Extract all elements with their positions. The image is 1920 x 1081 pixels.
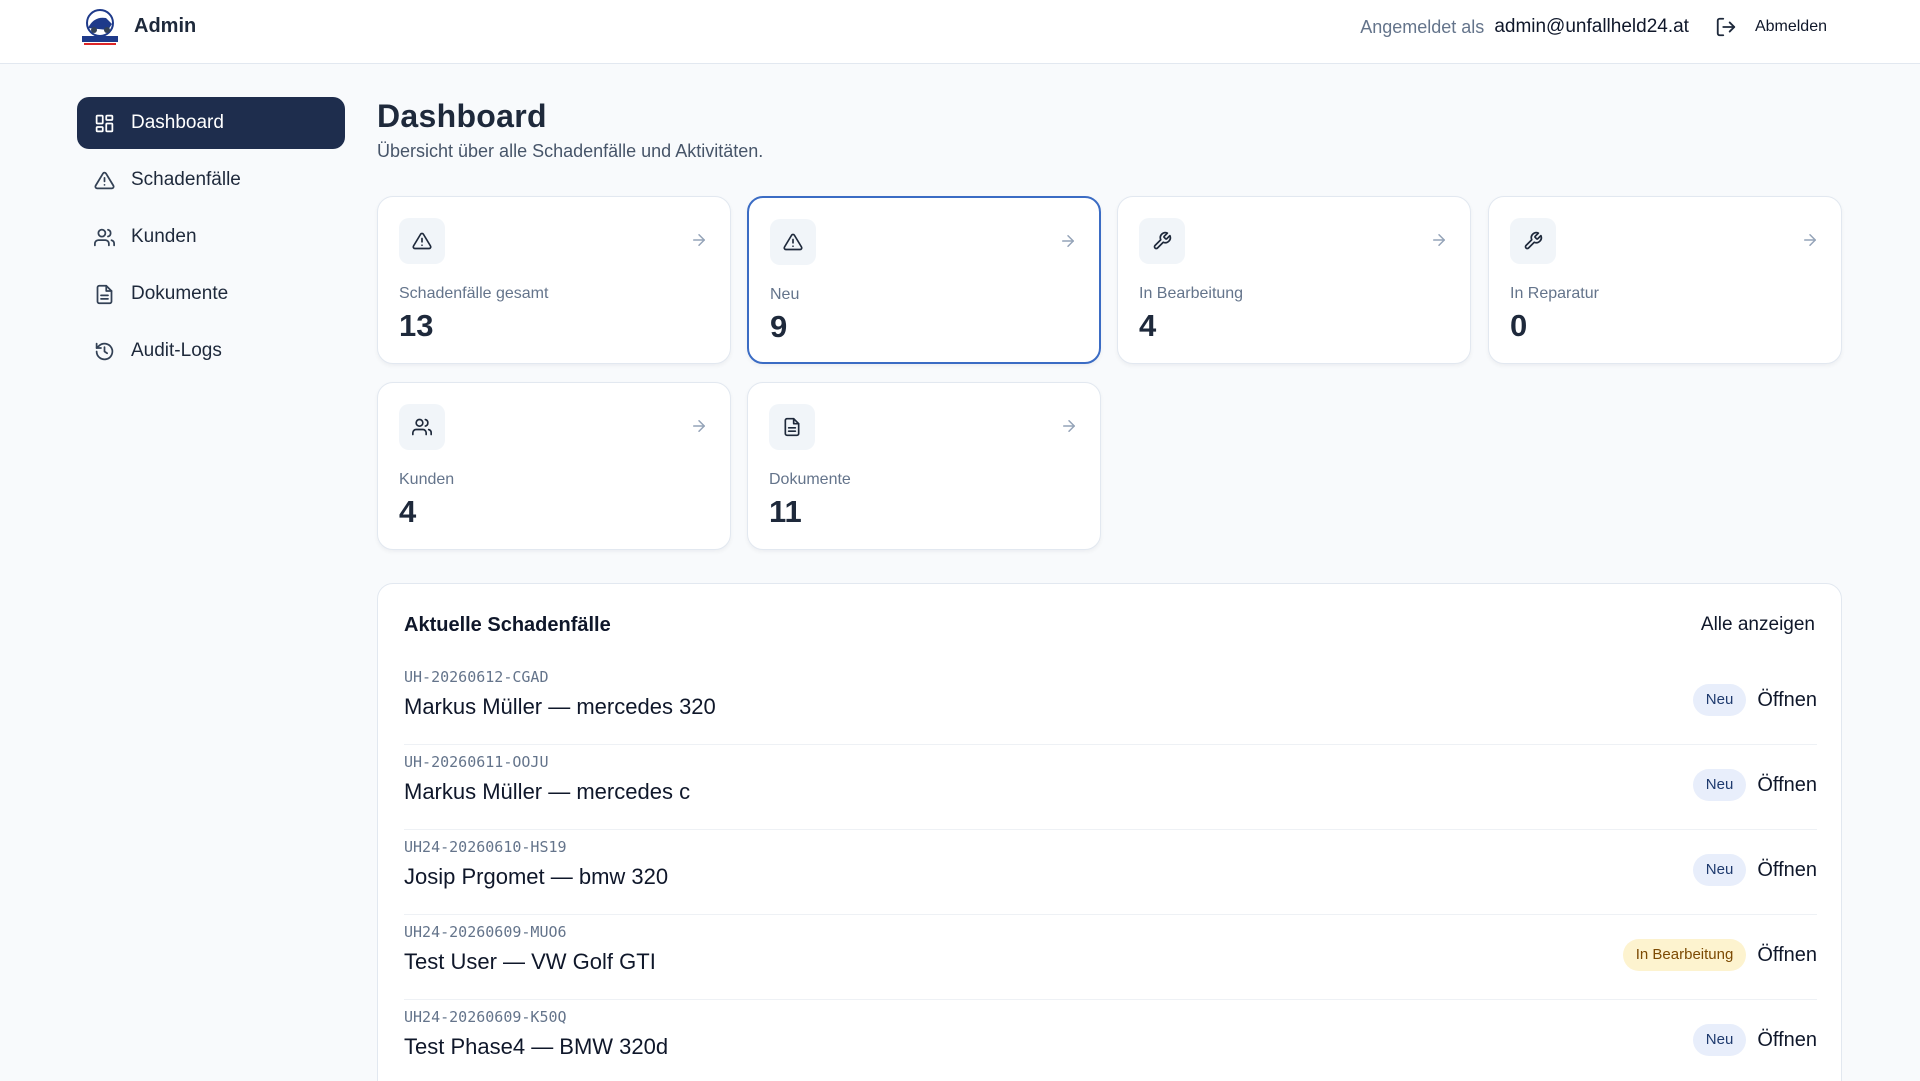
wrench-icon [1153, 231, 1172, 250]
case-actions: Neu Öffnen [1692, 769, 1817, 801]
case-actions: Neu Öffnen [1692, 684, 1817, 716]
arrow-right-icon [693, 234, 705, 246]
open-case-link[interactable]: Öffnen [1757, 774, 1817, 797]
sidebar-item-label: Dokumente [131, 283, 229, 304]
stat-icon-box [399, 218, 445, 264]
stat-label: Neu [770, 286, 800, 303]
open-case-link[interactable]: Öffnen [1757, 689, 1817, 712]
case-row[interactable]: UH24-20260609-MUO6 Test User — VW Golf G… [404, 915, 1817, 1000]
dashboard-icon [95, 114, 114, 132]
stat-value: 11 [769, 494, 802, 529]
sidebar: Dashboard Schadenfälle Kunden Dokumente … [77, 97, 345, 382]
case-id: UH-20260611-OOJU [404, 753, 549, 771]
case-name: Test Phase4 — BMW 320d [404, 1034, 669, 1059]
stat-value: 4 [1139, 308, 1157, 343]
case-id: UH-20260612-CGAD [404, 668, 549, 686]
case-row[interactable]: UH-20260612-CGAD Markus Müller — mercede… [404, 660, 1817, 745]
case-row[interactable]: UH24-20260609-K50Q Test Phase4 — BMW 320… [404, 1000, 1817, 1081]
stat-card-in-bearbeitung[interactable]: In Bearbeitung 4 [1117, 196, 1471, 364]
logout-icon [1716, 17, 1736, 37]
status-badge: Neu [1692, 854, 1747, 886]
stat-label: Kunden [399, 471, 455, 488]
warning-icon [412, 232, 432, 250]
case-id: UH24-20260609-MUO6 [404, 923, 567, 941]
logout-label: Abmelden [1754, 18, 1827, 35]
case-name: Test User — VW Golf GTI [404, 949, 656, 974]
app-title: Admin [134, 15, 197, 37]
stat-value: 4 [399, 494, 417, 529]
stat-label: Schadenfälle gesamt [399, 285, 549, 302]
case-id: UH24-20260610-HS19 [404, 838, 567, 856]
case-row[interactable]: UH-20260611-OOJU Markus Müller — mercede… [404, 745, 1817, 830]
warning-icon [783, 233, 803, 251]
case-actions: Neu Öffnen [1692, 854, 1817, 886]
users-icon [94, 228, 115, 246]
unfallheld-logo[interactable] [78, 8, 122, 46]
case-actions: In Bearbeitung Öffnen [1622, 939, 1817, 971]
case-name: Josip Prgomet — bmw 320 [404, 864, 669, 889]
recent-cases-title: Aktuelle Schadenfälle [404, 614, 611, 636]
sidebar-item-label: Audit-Logs [131, 340, 222, 361]
stat-icon-box [399, 404, 445, 450]
sidebar-item-schadenfaelle[interactable]: Schadenfälle [77, 154, 345, 206]
stat-label: Dokumente [769, 471, 851, 488]
user-area: Angemeldet als admin@unfallheld24.at Abm… [1360, 0, 1920, 54]
stat-label: In Bearbeitung [1139, 285, 1244, 302]
stat-value: 13 [399, 308, 434, 343]
stat-icon-box [1139, 218, 1185, 264]
logout-button[interactable]: Abmelden [1715, 16, 1827, 38]
case-actions: Neu Öffnen [1692, 1024, 1817, 1056]
stat-label: In Reparatur [1510, 285, 1599, 302]
stat-icon-box [1510, 218, 1556, 264]
wrench-icon [1524, 231, 1543, 250]
stat-value: 0 [1510, 308, 1528, 343]
arrow-right-icon [1433, 234, 1445, 246]
document-icon [784, 417, 800, 437]
sidebar-item-label: Kunden [131, 226, 197, 247]
open-case-link[interactable]: Öffnen [1757, 944, 1817, 967]
sidebar-item-audit-logs[interactable]: Audit-Logs [77, 325, 345, 377]
sidebar-item-dashboard[interactable]: Dashboard [77, 97, 345, 149]
case-list: UH-20260612-CGAD Markus Müller — mercede… [404, 660, 1817, 1081]
open-case-link[interactable]: Öffnen [1757, 1029, 1817, 1052]
open-case-link[interactable]: Öffnen [1757, 859, 1817, 882]
case-row[interactable]: UH24-20260610-HS19 Josip Prgomet — bmw 3… [404, 830, 1817, 915]
user-email: admin@unfallheld24.at [1494, 16, 1689, 37]
logged-in-label: Angemeldet als [1360, 16, 1485, 37]
case-name: Markus Müller — mercedes c [404, 779, 691, 804]
stat-icon-box [769, 404, 815, 450]
stat-card-schadenfaelle-gesamt[interactable]: Schadenfälle gesamt 13 [377, 196, 731, 364]
stat-card-dokumente[interactable]: Dokumente 11 [747, 382, 1101, 550]
status-badge: Neu [1692, 684, 1747, 716]
status-badge: Neu [1692, 1024, 1747, 1056]
warning-icon [94, 171, 115, 189]
stat-value: 9 [770, 309, 788, 344]
history-icon [95, 342, 114, 360]
arrow-right-icon [693, 420, 705, 432]
top-bar: Admin Angemeldet als admin@unfallheld24.… [0, 0, 1920, 64]
status-badge: Neu [1692, 769, 1747, 801]
stat-card-kunden[interactable]: Kunden 4 [377, 382, 731, 550]
sidebar-item-label: Schadenfälle [131, 169, 241, 190]
document-icon [96, 284, 113, 304]
sidebar-item-dokumente[interactable]: Dokumente [77, 268, 345, 320]
sidebar-item-kunden[interactable]: Kunden [77, 211, 345, 263]
page-title: Dashboard [377, 98, 547, 134]
status-badge: In Bearbeitung [1622, 939, 1747, 971]
sidebar-item-label: Dashboard [131, 112, 224, 133]
case-id: UH24-20260609-K50Q [404, 1008, 567, 1026]
show-all-link[interactable]: Alle anzeigen [1701, 614, 1815, 636]
arrow-right-icon [1062, 235, 1074, 247]
users-icon [412, 418, 432, 436]
page-subtitle: Übersicht über alle Schadenfälle und Akt… [377, 141, 764, 161]
case-name: Markus Müller — mercedes 320 [404, 694, 716, 719]
recent-cases-panel: Aktuelle Schadenfälle Alle anzeigen UH-2… [377, 583, 1842, 1081]
arrow-right-icon [1804, 234, 1816, 246]
stat-icon-box [770, 219, 816, 265]
arrow-right-icon [1063, 420, 1075, 432]
stat-card-in-reparatur[interactable]: In Reparatur 0 [1488, 196, 1842, 364]
stat-card-neu[interactable]: Neu 9 [747, 196, 1101, 364]
